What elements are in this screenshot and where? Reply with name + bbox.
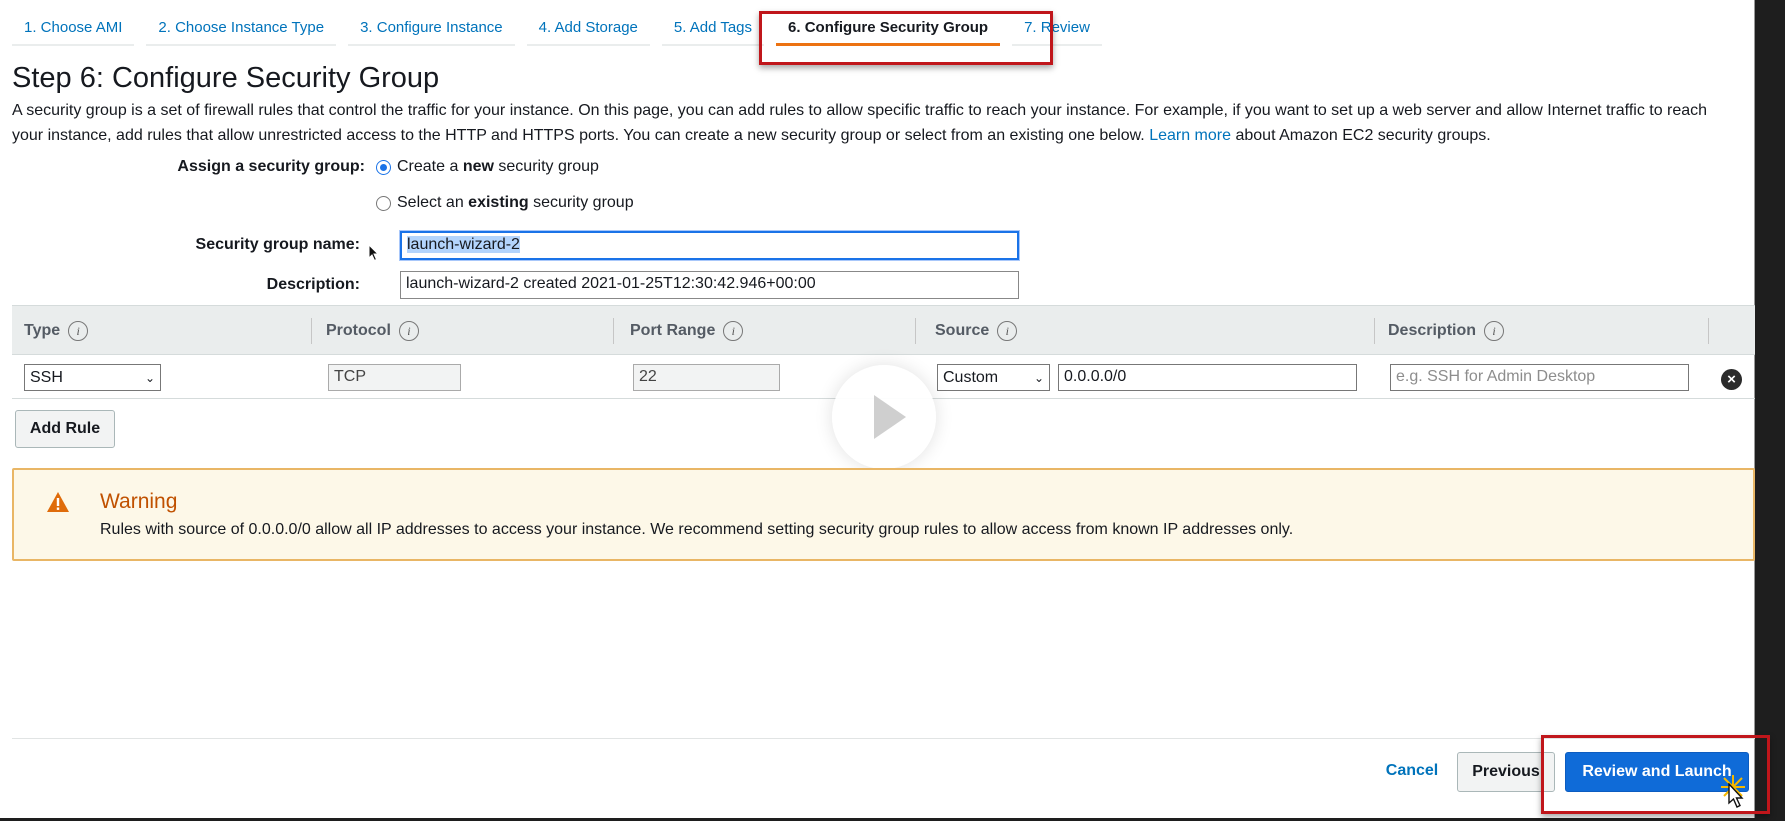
tab-configure-security-group[interactable]: 6. Configure Security Group	[776, 16, 1001, 46]
column-divider	[1374, 318, 1375, 344]
radio-create-new-label: Create a new security group	[397, 158, 599, 175]
tab-review[interactable]: 7. Review	[1012, 16, 1102, 46]
header-source: Source i	[935, 321, 1018, 341]
video-play-overlay-icon[interactable]	[832, 365, 936, 469]
radio-create-new[interactable]: Create a new security group	[376, 158, 599, 176]
warning-triangle-icon	[47, 492, 69, 512]
info-icon[interactable]: i	[398, 321, 419, 341]
port-range-input: 22	[633, 364, 780, 391]
radio-button-unselected[interactable]	[376, 195, 391, 211]
wizard-tabs: 1. Choose AMI 2. Choose Instance Type 3.…	[12, 16, 1114, 46]
info-icon[interactable]: i	[1484, 321, 1505, 341]
radio-select-existing-label: Select an existing security group	[397, 194, 634, 211]
description-input[interactable]: launch-wizard-2 created 2021-01-25T12:30…	[400, 271, 1019, 299]
add-rule-button[interactable]: Add Rule	[15, 410, 115, 448]
source-type-select[interactable]: Custom ⌄	[937, 364, 1050, 391]
column-divider	[1708, 318, 1709, 344]
cancel-button[interactable]: Cancel	[1372, 752, 1452, 790]
tab-add-storage[interactable]: 4. Add Storage	[526, 16, 650, 46]
source-cidr-input[interactable]: 0.0.0.0/0	[1058, 364, 1357, 391]
column-divider	[613, 318, 614, 344]
rule-description-input[interactable]: e.g. SSH for Admin Desktop	[1390, 364, 1689, 391]
header-protocol: Protocol i	[326, 321, 419, 341]
learn-more-link[interactable]: Learn more	[1149, 127, 1231, 144]
security-group-name-input[interactable]: launch-wizard-2	[400, 231, 1019, 260]
chevron-down-icon: ⌄	[144, 370, 155, 385]
protocol-input: TCP	[328, 364, 461, 391]
column-divider	[915, 318, 916, 344]
info-icon[interactable]: i	[68, 321, 89, 341]
header-port-range: Port Range i	[630, 321, 744, 341]
remove-rule-icon[interactable]: ×	[1721, 369, 1742, 390]
info-icon[interactable]: i	[997, 321, 1018, 341]
description-label: Description:	[266, 276, 360, 293]
warning-title: Warning	[100, 490, 178, 513]
column-divider	[311, 318, 312, 344]
page-title: Step 6: Configure Security Group	[12, 62, 440, 94]
security-group-name-value: launch-wizard-2	[407, 236, 520, 253]
assign-security-group-label: Assign a security group:	[177, 158, 365, 175]
tab-choose-instance-type[interactable]: 2. Choose Instance Type	[146, 16, 337, 46]
footer-divider	[12, 738, 1755, 739]
header-type: Type i	[24, 321, 89, 341]
header-description: Description i	[1388, 321, 1505, 341]
warning-alert: Warning Rules with source of 0.0.0.0/0 a…	[12, 468, 1755, 561]
security-group-name-label: Security group name:	[195, 236, 360, 253]
tab-add-tags[interactable]: 5. Add Tags	[661, 16, 765, 46]
radio-button-selected[interactable]	[376, 159, 391, 175]
info-icon[interactable]: i	[723, 321, 744, 341]
intro-suffix: about Amazon EC2 security groups.	[1235, 127, 1491, 144]
chevron-down-icon: ⌄	[1033, 370, 1044, 385]
tab-choose-ami[interactable]: 1. Choose AMI	[12, 16, 135, 46]
previous-button[interactable]: Previous	[1457, 752, 1555, 792]
page-intro: A security group is a set of firewall ru…	[12, 98, 1742, 148]
mouse-cursor-icon	[368, 244, 380, 262]
type-select[interactable]: SSH ⌄	[24, 364, 161, 391]
warning-text: Rules with source of 0.0.0.0/0 allow all…	[100, 521, 1294, 538]
tab-configure-instance[interactable]: 3. Configure Instance	[348, 16, 515, 46]
source-type-value: Custom	[943, 368, 999, 386]
review-and-launch-button[interactable]: Review and Launch	[1565, 752, 1749, 792]
type-select-value: SSH	[30, 368, 63, 386]
radio-select-existing[interactable]: Select an existing security group	[376, 194, 634, 212]
ec2-launch-wizard: 1. Choose AMI 2. Choose Instance Type 3.…	[0, 0, 1770, 818]
rules-table-header: Type i Protocol i Port Range i Source i Desc…	[12, 305, 1755, 355]
